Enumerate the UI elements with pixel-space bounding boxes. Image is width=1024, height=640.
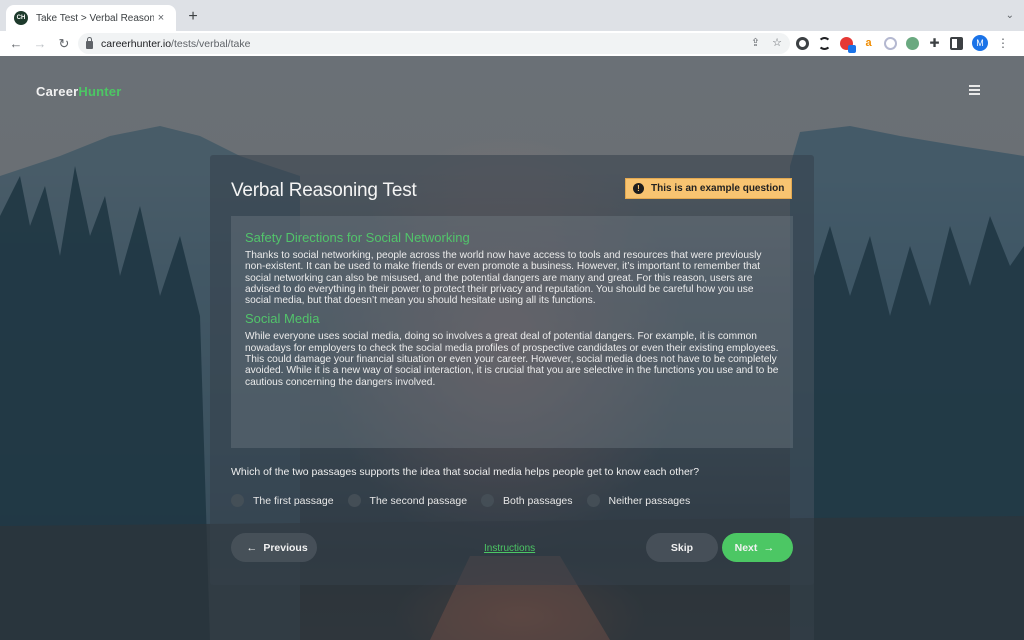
exclamation-icon: ! bbox=[633, 183, 644, 194]
radio-button[interactable] bbox=[347, 494, 361, 507]
reload-icon[interactable]: ↻ bbox=[52, 33, 76, 55]
next-button[interactable]: Next → bbox=[722, 533, 793, 562]
arrow-right-icon: → bbox=[763, 541, 775, 554]
extensions-bar: a ✚ M ⋮ bbox=[796, 35, 1009, 53]
instructions-link[interactable]: Instructions bbox=[484, 543, 535, 554]
careerhunter-logo[interactable]: CareerHunter bbox=[36, 84, 122, 99]
share-icon[interactable]: ⇪ bbox=[751, 36, 760, 49]
browser-tab-active[interactable]: CH Take Test > Verbal Reasoning × bbox=[6, 5, 176, 31]
option-both-passages[interactable]: Both passages bbox=[481, 494, 573, 507]
url-path: /tests/verbal/take bbox=[171, 37, 251, 50]
option-first-passage[interactable]: The first passage bbox=[231, 494, 334, 507]
address-bar[interactable]: careerhunter.io/tests/verbal/take ⇪ ☆ bbox=[78, 33, 790, 54]
answer-options: The first passage The second passage Bot… bbox=[231, 494, 704, 507]
back-icon[interactable]: ← bbox=[4, 33, 28, 55]
skip-button[interactable]: Skip bbox=[646, 533, 718, 562]
radio-button[interactable] bbox=[231, 494, 244, 507]
lock-icon bbox=[86, 37, 93, 49]
badge-text: This is an example question bbox=[651, 183, 785, 194]
test-card: Verbal Reasoning Test ! This is an examp… bbox=[210, 155, 814, 585]
browser-menu-icon[interactable]: ⋮ bbox=[997, 36, 1009, 50]
extension-circle-icon[interactable] bbox=[884, 36, 897, 50]
passage-2-heading: Social Media bbox=[245, 311, 320, 327]
new-tab-icon[interactable]: + bbox=[184, 8, 202, 26]
browser-toolbar: ← → ↻ careerhunter.io/tests/verbal/take … bbox=[0, 31, 1024, 56]
extension-amazon-icon[interactable]: a bbox=[862, 36, 875, 50]
page-background: CareerHunter Verbal Reasoning Test ! Thi… bbox=[0, 56, 1024, 640]
option-second-passage[interactable]: The second passage bbox=[347, 494, 467, 507]
hamburger-menu-icon[interactable] bbox=[969, 85, 980, 95]
example-question-badge: ! This is an example question bbox=[625, 178, 793, 199]
side-panel-icon[interactable] bbox=[950, 36, 963, 50]
extension-sync-icon[interactable] bbox=[818, 36, 831, 50]
tab-title: Take Test > Verbal Reasoning bbox=[36, 12, 154, 24]
extension-red-icon[interactable] bbox=[840, 36, 856, 53]
passage-2-text: While everyone uses social media, doing … bbox=[245, 331, 779, 388]
forward-icon[interactable]: → bbox=[28, 33, 52, 55]
careerhunter-favicon-icon: CH bbox=[14, 11, 28, 25]
extensions-puzzle-icon[interactable]: ✚ bbox=[928, 36, 941, 50]
tab-search-chevron-icon[interactable]: ⌄ bbox=[1006, 10, 1014, 21]
extension-green-icon[interactable] bbox=[906, 36, 919, 50]
option-neither-passages[interactable]: Neither passages bbox=[586, 494, 690, 507]
passages-box: Safety Directions for Social Networking … bbox=[231, 216, 793, 448]
radio-button[interactable] bbox=[586, 494, 600, 507]
url-host: careerhunter.io bbox=[101, 37, 172, 50]
extension-gear-icon[interactable] bbox=[796, 36, 809, 50]
page-title: Verbal Reasoning Test bbox=[231, 180, 417, 201]
previous-button[interactable]: ← Previous bbox=[231, 533, 317, 562]
radio-button[interactable] bbox=[481, 494, 495, 507]
profile-avatar[interactable]: M bbox=[972, 35, 988, 51]
tab-close-icon[interactable]: × bbox=[154, 12, 168, 24]
passage-1-heading: Safety Directions for Social Networking bbox=[245, 230, 470, 245]
arrow-left-icon: ← bbox=[246, 541, 258, 554]
bookmark-star-icon[interactable]: ☆ bbox=[772, 36, 782, 49]
question-text: Which of the two passages supports the i… bbox=[231, 466, 700, 478]
browser-tabstrip: CH Take Test > Verbal Reasoning × + ⌄ bbox=[0, 0, 1024, 31]
passage-1-text: Thanks to social networking, people acro… bbox=[245, 250, 762, 307]
